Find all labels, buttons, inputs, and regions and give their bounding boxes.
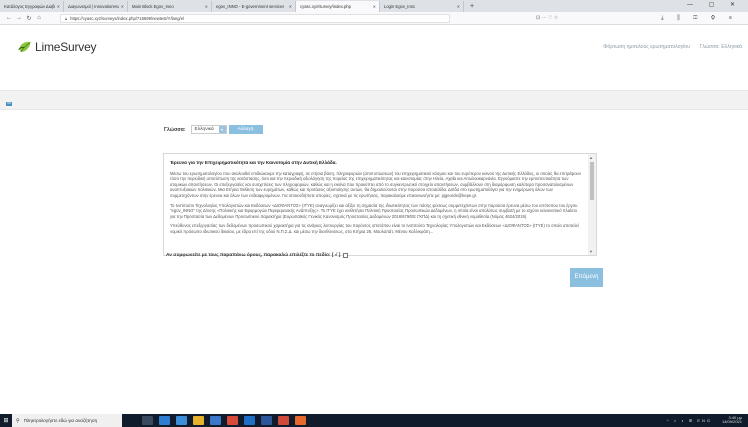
- language-selected-value: Ελληνικά: [194, 127, 214, 132]
- language-select[interactable]: Ελληνικά ▾: [190, 125, 227, 134]
- ie-icon[interactable]: [176, 416, 187, 425]
- browser-nav-bar: ← → ↻ ⌂ 🔒︎ https://cyasc.xyz/surveys/ind…: [0, 12, 748, 25]
- firefox-icon[interactable]: [295, 416, 306, 425]
- app-red-icon[interactable]: [278, 416, 289, 425]
- browser-tab-active[interactable]: cyasc.xyz/survey/index.php ✕: [296, 1, 380, 12]
- close-icon[interactable]: ✕: [121, 4, 124, 12]
- survey-paragraph: Μέσω του ερωτηματολογίου που ακολουθεί ε…: [170, 170, 581, 198]
- search-icon: ⚲: [16, 417, 20, 424]
- close-icon[interactable]: ✕: [205, 4, 208, 12]
- survey-paragraph: Υπεύθυνος επεξεργασίας των δεδομένων προ…: [170, 223, 579, 234]
- survey-paragraph: Το Ινστιτούτο Τεχνολογίας Υπολογιστών κα…: [170, 202, 578, 219]
- scroll-down-icon[interactable]: ▼: [589, 249, 593, 254]
- progress-area: 0%: [0, 90, 748, 110]
- next-button[interactable]: Επόμενη: [570, 268, 603, 287]
- tab-title: Main Block Egov_Inno: [132, 4, 174, 9]
- language-label: Γλώσσα:: [164, 126, 186, 133]
- lime-icon: [18, 41, 31, 53]
- consent-checkbox[interactable]: [343, 253, 349, 258]
- url-text: https://cyasc.xyz/surveys/index.php/7165…: [70, 16, 184, 21]
- load-unfinished-link[interactable]: Φόρτωση ημιτελούς ερωτηματολογίου: [603, 44, 690, 50]
- site-header: LimeSurvey Φόρτωση ημιτελούς ερωτηματολο…: [0, 26, 748, 68]
- taskbar-search-placeholder: Πληκτρολογήστε εδώ για αναζήτηση: [23, 418, 98, 423]
- consent-label: Αν συμφωνείτε με τους παραπάνω όρους, πα…: [166, 253, 341, 258]
- language-menu[interactable]: Γλώσσα: Ελληνικά: [699, 44, 742, 50]
- language-row: Γλώσσα: Ελληνικά ▾ Αλλαγή γλώσσας: [164, 125, 263, 141]
- store-icon[interactable]: [210, 416, 221, 425]
- browser-tab[interactable]: Διαγωνισμοί | InnovationHub ✕: [64, 1, 128, 12]
- consent-row: Αν συμφωνείτε με τους παραπάνω όρους, πα…: [166, 253, 349, 258]
- address-bar[interactable]: 🔒︎ https://cyasc.xyz/surveys/index.php/7…: [60, 14, 450, 23]
- windows-taskbar: ⊞ ⚲ Πληκτρολογήστε εδώ για αναζήτηση ^ ⌂…: [0, 414, 748, 427]
- close-icon[interactable]: ✕: [289, 4, 292, 12]
- reload-icon[interactable]: ↻: [24, 15, 34, 22]
- browser-tab[interactable]: egov_INNO - E-government services ✕: [212, 1, 296, 12]
- clock[interactable]: 3:40 μμ 14/09/2021: [721, 415, 742, 425]
- windows-start-icon[interactable]: ⊞: [0, 417, 12, 424]
- browser-tab[interactable]: Login Egov_Inno ✕: [380, 1, 464, 12]
- close-icon[interactable]: ✕: [457, 4, 460, 12]
- progress-badge: 0%: [6, 102, 12, 106]
- home-icon[interactable]: ⌂: [34, 15, 44, 21]
- logo-text: LimeSurvey: [35, 40, 97, 54]
- edge-icon[interactable]: [159, 416, 170, 425]
- browser-tab[interactable]: Κατάλογος Εγγραφών Διαβίωσης✕: [0, 1, 64, 12]
- mail-icon[interactable]: [244, 416, 255, 425]
- close-icon[interactable]: ✕: [373, 4, 376, 12]
- new-tab-button[interactable]: +: [464, 1, 480, 12]
- word-icon[interactable]: [261, 416, 272, 425]
- clock-date: 14/09/2021: [721, 419, 742, 425]
- survey-text-box[interactable]: Έρευνα για την Επιχειρηματικότητα και τη…: [163, 153, 597, 256]
- back-icon[interactable]: ←: [4, 15, 14, 21]
- lock-icon: 🔒︎: [65, 16, 68, 21]
- system-tray: ^ ⌂ ◖ ⊞ ENG 3:40 μμ 14/09/2021: [667, 415, 742, 425]
- toolbar-icons[interactable]: ⤓ ⫼ ◫ ⚙ ≡: [661, 15, 738, 22]
- taskbar-search[interactable]: ⚲ Πληκτρολογήστε εδώ για αναζήτηση: [12, 414, 122, 427]
- taskbar-apps: [142, 416, 312, 425]
- task-view-icon[interactable]: [142, 416, 153, 425]
- tab-title: egov_INNO - E-government services: [216, 4, 285, 9]
- forward-icon[interactable]: →: [14, 15, 24, 21]
- tray-icons[interactable]: ^ ⌂ ◖ ⊞ ENG: [667, 418, 712, 423]
- chrome-icon[interactable]: [227, 416, 238, 425]
- tab-title: Κατάλογος Εγγραφών Διαβίωσης: [4, 4, 55, 9]
- url-actions[interactable]: ⊡ ··· ♡ ☆: [536, 15, 558, 21]
- tab-title: Login Egov_Inno: [384, 4, 416, 9]
- folder-icon[interactable]: [193, 416, 204, 425]
- header-menu: Φόρτωση ημιτελούς ερωτηματολογίου Γλώσσα…: [595, 44, 742, 50]
- tab-title: cyasc.xyz/survey/index.php: [300, 4, 351, 9]
- browser-tab-bar: Κατάλογος Εγγραφών Διαβίωσης✕ Διαγωνισμο…: [0, 0, 748, 12]
- scroll-thumb[interactable]: [590, 162, 594, 200]
- scroll-up-icon[interactable]: ▲: [589, 155, 593, 160]
- tab-title: Διαγωνισμοί | InnovationHub: [68, 4, 119, 9]
- limesurvey-logo[interactable]: LimeSurvey: [18, 40, 97, 54]
- survey-title: Έρευνα για την Επιχειρηματικότητα και τη…: [170, 160, 337, 165]
- survey-text-content: Έρευνα για την Επιχειρηματικότητα και τη…: [164, 154, 588, 243]
- chevron-down-icon: ▾: [218, 126, 226, 133]
- change-language-button[interactable]: Αλλαγή γλώσσας: [228, 125, 263, 141]
- browser-tab[interactable]: Main Block Egov_Inno ✕: [128, 1, 212, 12]
- close-icon[interactable]: ✕: [57, 4, 60, 12]
- text-scrollbar[interactable]: ▲ ▼: [588, 154, 596, 255]
- window-controls[interactable]: — ▢ ✕: [687, 1, 742, 8]
